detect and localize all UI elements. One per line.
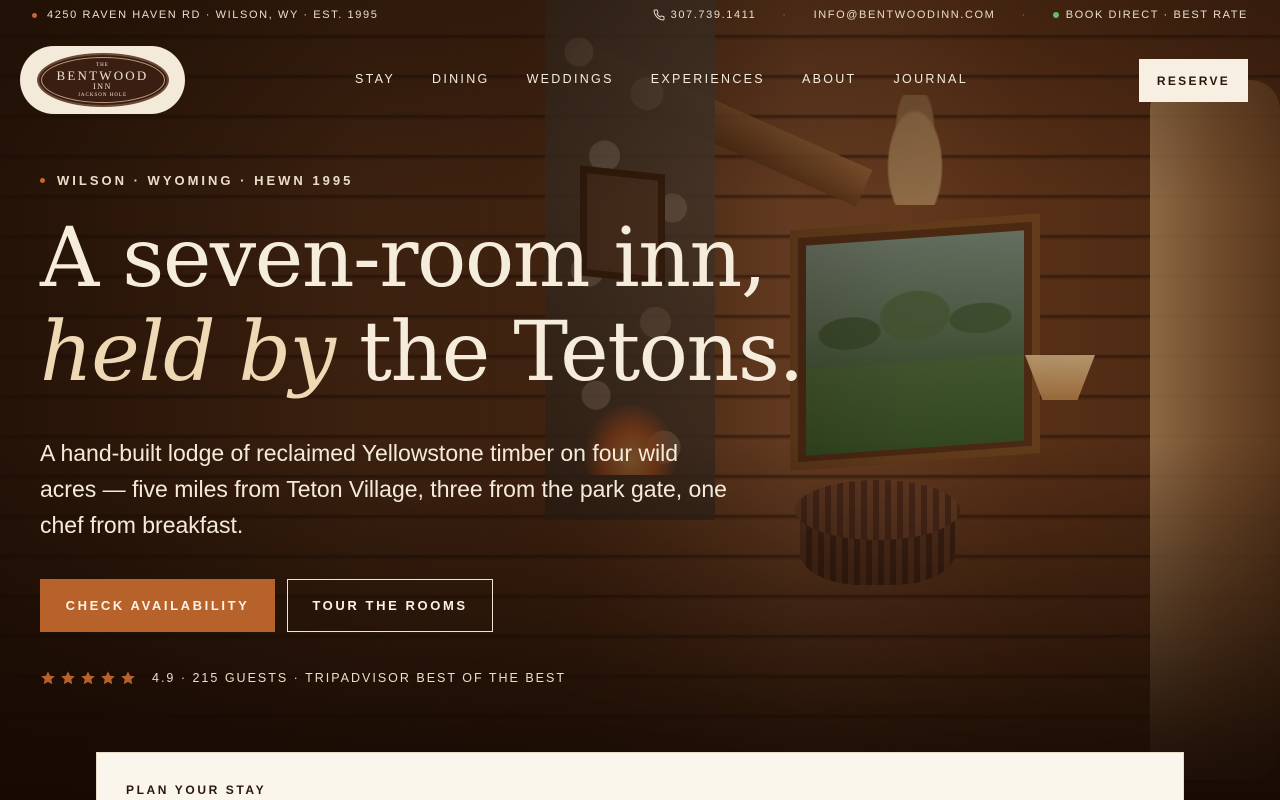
- hero-eyebrow: WILSON · WYOMING · HEWN 1995: [40, 173, 353, 188]
- headline-line-1: A seven-room inn,: [40, 211, 767, 306]
- hero-lede: A hand-built lodge of reclaimed Yellowst…: [40, 440, 727, 538]
- reserve-button[interactable]: RESERVE: [1139, 59, 1248, 102]
- phone-icon: [653, 9, 665, 21]
- plan-your-stay-title: PLAN YOUR STAY: [126, 783, 267, 797]
- star-icon: [81, 671, 95, 685]
- rating-text: 4.9 · 215 GUESTS · TRIPADVISOR BEST OF T…: [152, 671, 566, 685]
- accent-dot-icon: [40, 178, 45, 183]
- nav-item-stay[interactable]: STAY: [355, 72, 395, 86]
- eyebrow-text: WILSON · WYOMING · HEWN 1995: [57, 173, 354, 188]
- logo-location: JACKSON HOLE: [77, 92, 128, 98]
- logo-name: BENTWOOD: [56, 67, 149, 83]
- logo-home-link[interactable]: THE BENTWOOD INN JACKSON HOLE: [20, 46, 185, 114]
- phone-number: 307.739.1411: [670, 9, 757, 21]
- top-utility-bar: 4250 RAVEN HAVEN RD · WILSON, WY · EST. …: [0, 0, 1280, 30]
- book-direct-badge: BOOK DIRECT · BEST RATE: [1052, 9, 1248, 21]
- hero-headline: A seven-room inn, held by the Tetons.: [40, 212, 940, 400]
- plan-your-stay-panel: PLAN YOUR STAY: [96, 752, 1184, 800]
- check-availability-button[interactable]: CHECK AVAILABILITY: [40, 579, 275, 632]
- star-icon: [101, 671, 115, 685]
- status-dot-icon: [1052, 12, 1059, 18]
- nav-item-about[interactable]: ABOUT: [802, 72, 857, 86]
- logo-the: THE: [96, 62, 109, 68]
- divider: ·: [1021, 9, 1027, 21]
- bentwood-inn-logo: THE BENTWOOD INN JACKSON HOLE: [36, 53, 169, 107]
- star-icon: [61, 671, 75, 685]
- nav-item-journal[interactable]: JOURNAL: [894, 72, 968, 86]
- nav-item-dining[interactable]: DINING: [432, 72, 490, 86]
- headline-rest: the Tetons.: [334, 305, 804, 400]
- phone-link[interactable]: 307.739.1411: [653, 9, 757, 21]
- headline-italic: held by: [40, 305, 336, 400]
- main-nav: STAY DINING WEDDINGS EXPERIENCES ABOUT J…: [355, 72, 1005, 86]
- star-icon: [41, 671, 55, 685]
- nav-item-weddings[interactable]: WEDDINGS: [527, 72, 614, 86]
- rating-stars: [40, 670, 136, 686]
- address-text: 4250 RAVEN HAVEN RD · WILSON, WY · EST. …: [47, 9, 379, 21]
- logo-inn: INN: [93, 81, 112, 91]
- accent-dot-icon: [32, 12, 37, 18]
- rating-row: 4.9 · 215 GUESTS · TRIPADVISOR BEST OF T…: [40, 670, 566, 686]
- star-icon: [121, 671, 135, 685]
- nav-item-experiences[interactable]: EXPERIENCES: [651, 72, 765, 86]
- email-link[interactable]: INFO@BENTWOODINN.COM: [814, 9, 996, 21]
- book-direct-text: BOOK DIRECT · BEST RATE: [1065, 9, 1248, 21]
- divider: ·: [782, 9, 788, 21]
- headline-line-2: held by the Tetons.: [40, 306, 940, 400]
- tour-rooms-button[interactable]: TOUR THE ROOMS: [287, 579, 493, 632]
